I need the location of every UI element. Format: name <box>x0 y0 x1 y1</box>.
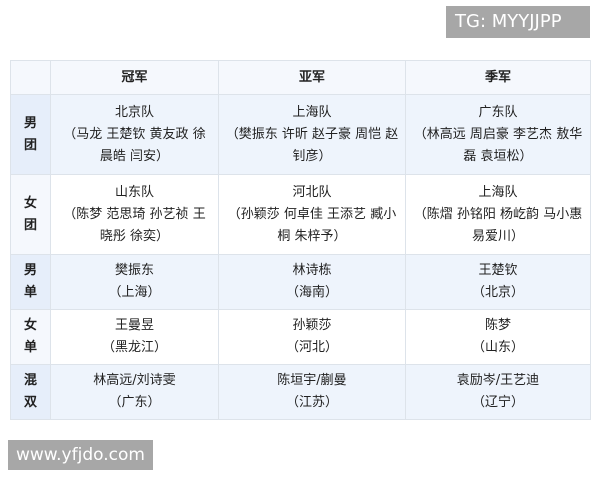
team-members: （陈熠 孙铭阳 杨屹韵 马小惠 易爱川） <box>413 206 583 244</box>
team-members: （陈梦 范思琦 孙艺祯 王晓彤 徐奕） <box>63 206 206 244</box>
team-members: （樊振东 许昕 赵子豪 周恺 赵钊彦） <box>225 126 399 164</box>
result-cell: 孙颖莎 （河北） <box>218 309 406 365</box>
team-members: （马龙 王楚钦 黄友政 徐晨皓 闫安） <box>63 126 206 164</box>
player-region: （黑龙江） <box>101 340 167 355</box>
watermark-tg: TG: MYYJJPP <box>446 6 590 38</box>
player-region: （河北） <box>285 340 338 355</box>
result-cell: 王曼昱 （黑龙江） <box>50 309 219 365</box>
result-cell: 陈垣宇/蒯曼 （江苏） <box>218 364 406 420</box>
result-cell: 王楚钦 （北京） <box>405 254 591 310</box>
team-name: 河北队 <box>292 184 332 200</box>
event-label: 男单 <box>10 254 51 310</box>
pair-names: 林高远/刘诗雯 <box>93 373 176 388</box>
player-region: （北京） <box>471 285 524 300</box>
watermark-url: www.yfjdo.com <box>8 440 153 470</box>
result-cell: 林诗栋 （海南） <box>218 254 406 310</box>
player-name: 樊振东 <box>114 263 154 278</box>
pair-region: （江苏） <box>285 395 338 410</box>
result-cell: 樊振东 （上海） <box>50 254 219 310</box>
result-cell: 河北队 （孙颖莎 何卓佳 王添艺 臧小桐 朱梓予） <box>218 174 406 255</box>
table-row: 男单 樊振东 （上海） 林诗栋 （海南） 王楚钦 （北京） <box>10 254 591 310</box>
player-name: 王曼昱 <box>114 318 154 333</box>
player-name: 林诗栋 <box>292 263 332 278</box>
result-cell: 袁励岑/王艺迪 （辽宁） <box>405 364 591 420</box>
player-name: 孙颖莎 <box>292 318 332 333</box>
table-row: 女单 王曼昱 （黑龙江） 孙颖莎 （河北） 陈梦 （山东） <box>10 309 591 365</box>
result-cell: 上海队 （陈熠 孙铭阳 杨屹韵 马小惠 易爱川） <box>405 174 591 255</box>
result-cell: 林高远/刘诗雯 （广东） <box>50 364 219 420</box>
header-runner-up: 亚军 <box>218 60 406 95</box>
page: TG: MYYJJPP 冠军 亚军 季军 男团 北京队 （马龙 王楚钦 黄友政 … <box>0 0 600 480</box>
event-label: 男团 <box>10 94 51 175</box>
result-cell: 山东队 （陈梦 范思琦 孙艺祯 王晓彤 徐奕） <box>50 174 219 255</box>
pair-names: 陈垣宇/蒯曼 <box>277 373 347 388</box>
player-name: 王楚钦 <box>478 263 518 278</box>
header-row: 冠军 亚军 季军 <box>10 60 591 95</box>
result-cell: 上海队 （樊振东 许昕 赵子豪 周恺 赵钊彦） <box>218 94 406 175</box>
pair-names: 袁励岑/王艺迪 <box>456 373 540 388</box>
result-cell: 北京队 （马龙 王楚钦 黄友政 徐晨皓 闫安） <box>50 94 219 175</box>
event-label: 混双 <box>10 364 51 420</box>
pair-region: （辽宁） <box>471 395 524 410</box>
team-name: 北京队 <box>114 104 154 120</box>
header-third: 季军 <box>405 60 591 95</box>
team-name: 上海队 <box>478 184 518 200</box>
medal-table: 冠军 亚军 季军 男团 北京队 （马龙 王楚钦 黄友政 徐晨皓 闫安） 上海队 … <box>10 60 591 420</box>
player-region: （山东） <box>471 340 524 355</box>
team-name: 上海队 <box>292 104 332 120</box>
table-row: 女团 山东队 （陈梦 范思琦 孙艺祯 王晓彤 徐奕） 河北队 （孙颖莎 何卓佳 … <box>10 174 591 255</box>
table-row: 男团 北京队 （马龙 王楚钦 黄友政 徐晨皓 闫安） 上海队 （樊振东 许昕 赵… <box>10 94 591 175</box>
corner-cell <box>10 60 51 95</box>
result-cell: 广东队 （林高远 周启豪 李艺杰 敖华磊 袁垣松） <box>405 94 591 175</box>
player-region: （海南） <box>285 285 338 300</box>
pair-region: （广东） <box>108 395 161 410</box>
team-members: （孙颖莎 何卓佳 王添艺 臧小桐 朱梓予） <box>227 206 397 244</box>
player-name: 陈梦 <box>484 318 511 333</box>
team-name: 广东队 <box>478 104 518 120</box>
event-label: 女单 <box>10 309 51 365</box>
table-row: 混双 林高远/刘诗雯 （广东） 陈垣宇/蒯曼 （江苏） 袁励岑/王艺迪 （辽宁） <box>10 364 591 420</box>
team-members: （林高远 周启豪 李艺杰 敖华磊 袁垣松） <box>413 126 583 164</box>
team-name: 山东队 <box>114 184 154 200</box>
header-champion: 冠军 <box>50 60 219 95</box>
event-label: 女团 <box>10 174 51 255</box>
result-cell: 陈梦 （山东） <box>405 309 591 365</box>
player-region: （上海） <box>108 285 161 300</box>
